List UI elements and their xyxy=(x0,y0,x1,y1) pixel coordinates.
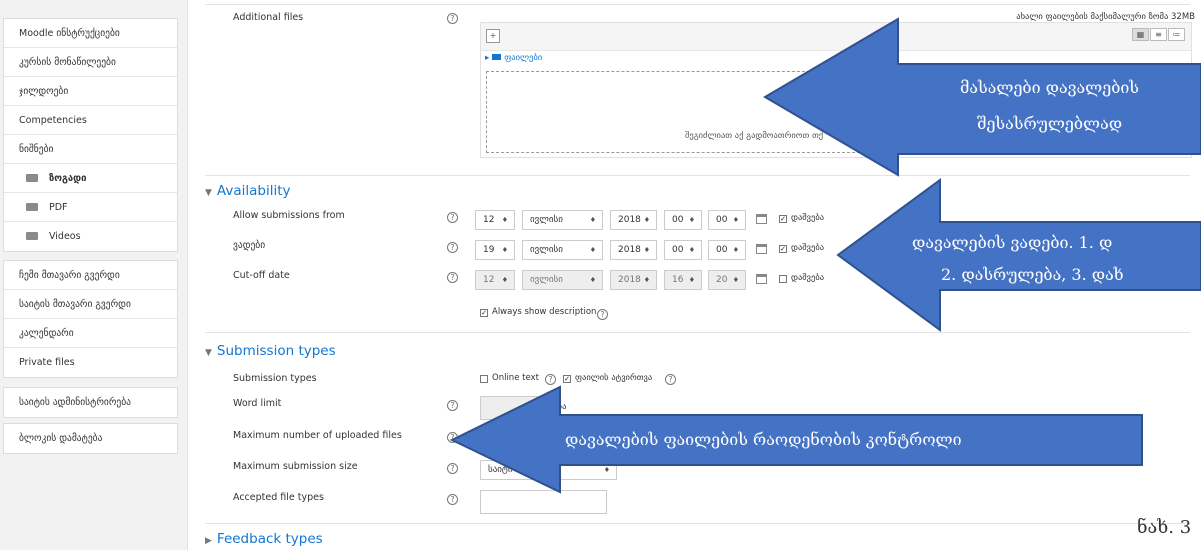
deadlines-callout-line1: დავალების ვადები. 1. დ xyxy=(912,233,1113,252)
annotation-arrow xyxy=(763,17,1201,177)
materials-callout-line1: მასალები დავალების xyxy=(960,78,1139,97)
figure-label: ნახ. 3 xyxy=(1137,517,1192,538)
files-control-callout: დავალების ფაილების რაოდენობის კონტროლი xyxy=(565,430,962,449)
materials-callout-line2: შესასრულებლად xyxy=(976,114,1123,133)
annotation-arrow xyxy=(836,178,1201,332)
deadlines-callout-line2: 2. დასრულება, 3. დახ xyxy=(941,265,1124,284)
